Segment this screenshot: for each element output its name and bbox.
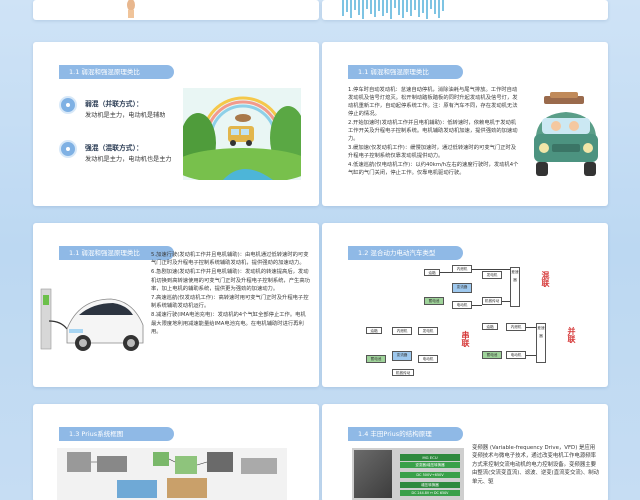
diagram-block-diff: 差速器 xyxy=(510,267,520,307)
slide-3[interactable]: 1.1 弱混和强混原理类比 弱混（并联方式）： 发动机是主力，电动机是辅助 强混… xyxy=(33,42,319,206)
slide-5[interactable]: 1.1 弱混和强混原理类比 5.加速行驶(发动机工作并且电机辅助)：由电机通过低… xyxy=(33,223,319,387)
step-item: 1.停车时自动发动机：怠速自动停机，消除油耗与尾气排放。工作时自动发动机及信号灯… xyxy=(348,87,518,117)
diagram-block-diff: 差速器 xyxy=(536,323,546,363)
slide-1-partial[interactable] xyxy=(33,0,319,20)
step-item: 7.高速巡航(仅发动机工作)：高转速时用可变气门正时及升程电子控制系统辅助发动机… xyxy=(151,295,309,310)
strong-hybrid-label: 强混（混联方式）： xyxy=(85,144,143,152)
step-item: 3.缓加速(仅发动机工作)：缓慢加速时，通过低转速时的可变气门正时及升程电子控制… xyxy=(348,145,517,159)
diagram-block-fuel: 油箱 xyxy=(424,269,440,276)
strong-hybrid-block: 强混（混联方式）： 发动机是主力，电动机也是主力 xyxy=(59,142,172,164)
diagram-block-motor: 电动机 xyxy=(506,351,526,359)
connector-line xyxy=(472,305,482,306)
inverter-photo xyxy=(354,450,392,498)
panel-dc2: DC 244.8V ↔ DC 650V xyxy=(400,490,460,496)
weak-hybrid-desc: 发动机是主力，电动机是辅助 xyxy=(85,112,166,119)
landscape-car-illustration xyxy=(183,88,301,180)
slide-7[interactable]: 1.3 Prius系统框图 xyxy=(33,404,319,500)
slide-6[interactable]: 1.2 混合动力电动汽车类型 油箱 内燃机 变流器 发电机 蓄电池 电动机 机械… xyxy=(322,223,608,387)
step-item: 5.加速行驶(发动机工作并且电机辅助)：由电机通过低转速时的可变气门正时及升程电… xyxy=(151,252,309,267)
connector-line xyxy=(526,327,536,328)
diagram-block-engine: 内燃机 xyxy=(392,327,412,335)
step-list: 1.停车时自动发动机：怠速自动停机，消除油耗与尾气排放。工作时自动发动机及信号灯… xyxy=(348,86,520,178)
connector-line xyxy=(502,301,510,302)
audio-wave-graphic xyxy=(342,0,444,19)
diagram-block-converter: 变流器 xyxy=(392,351,412,361)
diagram-block-battery: 蓄电池 xyxy=(424,297,444,305)
weak-hybrid-label: 弱混（并联方式）： xyxy=(85,100,143,108)
label-parallel: 并联 xyxy=(567,327,576,343)
slide-title: 1.4 丰田Prius的结构原理 xyxy=(348,427,463,441)
inverter-photo-panel: MG ECU 逆变器/增压转换器 DC 500V→650V 增压转换器 DC 2… xyxy=(352,448,464,500)
slide-4[interactable]: 1.1 弱混和强混原理类比 1.停车时自动发动机：怠速自动停机，消除油耗与尾气排… xyxy=(322,42,608,206)
hybrid-diagram: 油箱 内燃机 变流器 发电机 蓄电池 电动机 机械传动 差速器 混联 油箱 内燃… xyxy=(322,223,608,387)
connector-line xyxy=(440,272,452,273)
connector-line xyxy=(526,355,536,356)
step-item: 4.低速巡航(仅电动机工作)：以约40km/h左右的速度行驶时，发动机4个气缸的… xyxy=(348,162,519,176)
diagram-block-fuel: 油箱 xyxy=(366,327,382,334)
diagram-block-trans: 机械传动 xyxy=(482,297,502,305)
slide-title: 1.1 弱混和强混原理类比 xyxy=(59,65,174,79)
slide-title: 1.3 Prius系统框图 xyxy=(59,427,174,441)
diagram-block-fuel: 油箱 xyxy=(482,323,498,330)
slide-8[interactable]: 1.4 丰田Prius的结构原理 MG ECU 逆变器/增压转换器 DC 500… xyxy=(322,404,608,500)
panel-conv: 增压转换器 xyxy=(400,482,460,488)
step-item: 8.减速行驶(IMA电池充电)：发动机的4个气缸全部停止工作。电机最大限度地利用… xyxy=(151,312,306,335)
prius-system-diagram xyxy=(57,448,287,500)
diagram-block-generator: 发电机 xyxy=(482,271,502,279)
electric-car-charging-illustration xyxy=(40,288,144,351)
slide-title: 1.1 弱混和强混原理类比 xyxy=(348,65,463,79)
diagram-block-battery: 蓄电池 xyxy=(482,351,502,359)
panel-dc: DC 500V→650V xyxy=(400,472,460,478)
diagram-block-trans: 机械传动 xyxy=(392,369,414,376)
diagram-block-motor: 电动机 xyxy=(452,301,472,309)
diagram-block-motor: 电动机 xyxy=(418,355,438,363)
step-item: 6.急剧加速(发动机工作并且电机辅助)：发动机的转速提高后，发动机切换到高转速使… xyxy=(151,269,310,292)
diagram-block-battery: 蓄电池 xyxy=(366,355,386,363)
panel-sub: 逆变器/增压转换器 xyxy=(400,462,460,468)
family-car-illustration xyxy=(534,92,598,176)
connector-line xyxy=(472,269,510,270)
label-mixed: 混联 xyxy=(541,271,550,287)
weak-hybrid-block: 弱混（并联方式）： 发动机是主力，电动机是辅助 xyxy=(59,98,165,120)
diagram-block-engine: 内燃机 xyxy=(506,323,526,331)
diagram-block-converter: 变流器 xyxy=(452,283,472,293)
inverter-description: 变频器 (Variable-frequency Drive，VFD) 是应用变频… xyxy=(472,445,600,485)
step-item: 2.开始加速时(发动机工作并且电机辅助)：低转速时，依赖电机于发动机工作开关及升… xyxy=(348,120,518,142)
step-list: 5.加速行驶(发动机工作并且电机辅助)：由电机通过低转速时的可变气门正时及升程电… xyxy=(151,251,311,337)
strong-hybrid-desc: 发动机是主力，电动机也是主力 xyxy=(85,156,172,163)
label-series: 串联 xyxy=(461,331,470,347)
diagram-block-generator: 发电机 xyxy=(418,327,438,335)
panel-header: MG ECU xyxy=(400,454,460,461)
diagram-block-engine: 内燃机 xyxy=(452,265,472,273)
slide-2-partial[interactable] xyxy=(322,0,608,20)
figure-fragment-icon xyxy=(127,0,135,18)
